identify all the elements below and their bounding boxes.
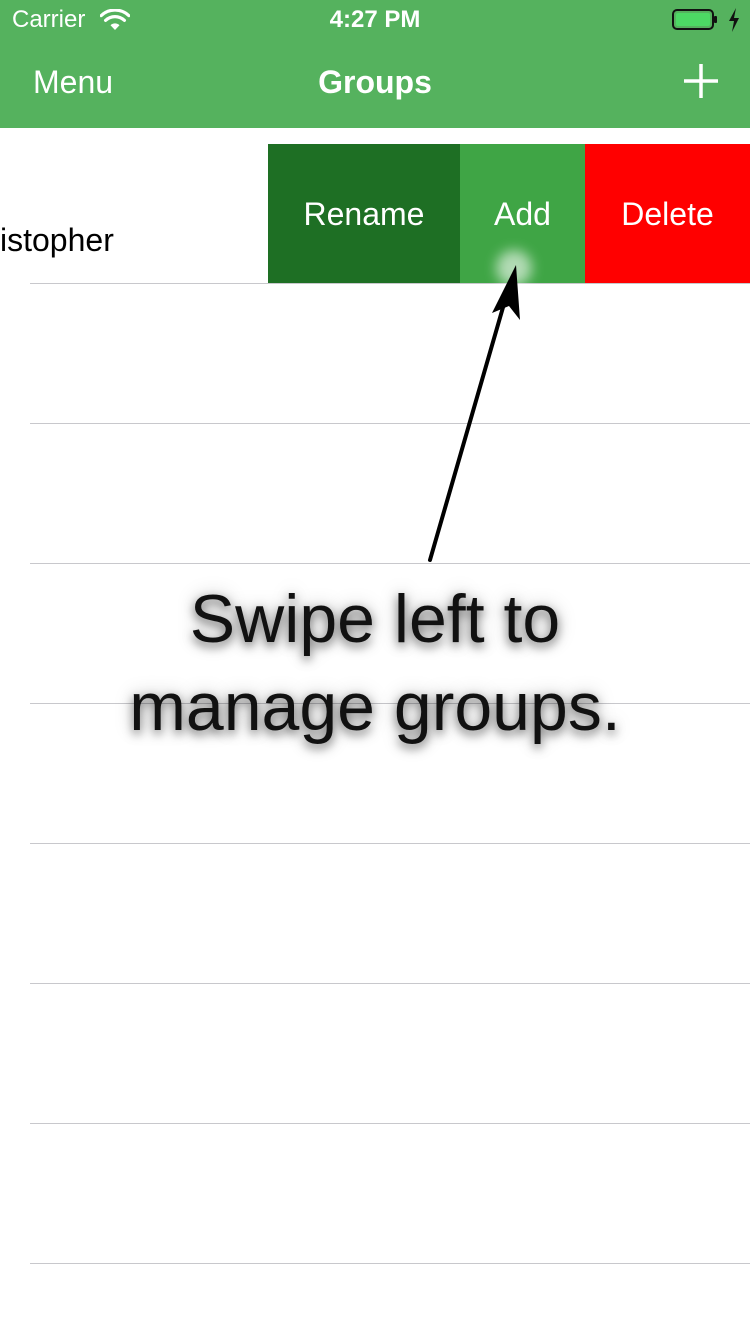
delete-button[interactable]: Delete (585, 144, 750, 284)
row-separator (30, 563, 750, 564)
row-separator (30, 283, 750, 284)
callout-line-1: Swipe left to (189, 581, 561, 657)
row-separator (30, 983, 750, 984)
row-separator (30, 843, 750, 844)
row-separator (30, 1123, 750, 1124)
charging-bolt-icon (729, 8, 739, 32)
status-bar: Carrier 4:27 PM (0, 0, 750, 40)
tutorial-callout: Swipe left to manage groups. (0, 575, 750, 751)
swipe-actions: Rename Add Delete (268, 144, 750, 284)
page-title: Groups (318, 64, 432, 100)
row-separator (30, 1263, 750, 1264)
row-separator (30, 423, 750, 424)
status-time: 4:27 PM (329, 6, 421, 33)
battery-icon (672, 9, 717, 30)
add-button[interactable]: Add (460, 144, 585, 284)
plus-icon[interactable] (682, 62, 720, 100)
callout-line-2: manage groups. (129, 669, 621, 745)
group-name: istopher (0, 222, 114, 258)
navigation-bar: Menu Groups (0, 40, 750, 128)
rename-button[interactable]: Rename (268, 144, 460, 284)
